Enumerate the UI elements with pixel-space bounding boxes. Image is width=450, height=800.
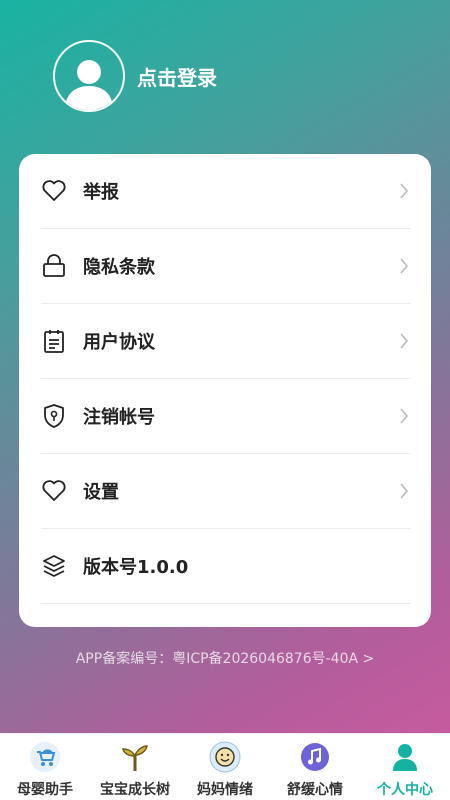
icp-record-link[interactable]: APP备案编号：粤ICP备2026046876号-40A > (0, 648, 450, 668)
login-link[interactable]: 点击登录 (137, 62, 217, 91)
shield-icon (41, 403, 67, 429)
heart-icon (41, 178, 67, 204)
sprout-icon (119, 741, 151, 773)
tab-profile-center[interactable]: 个人中心 (360, 734, 450, 800)
tab-growth-tree[interactable]: 宝宝成长树 (90, 734, 180, 800)
person-icon (389, 741, 421, 773)
chevron-right-icon (397, 331, 411, 351)
clipboard-icon (41, 328, 67, 354)
chevron-right-icon (397, 256, 411, 276)
profile-header[interactable]: 点击登录 (53, 40, 217, 112)
tab-baby-assistant[interactable]: 母婴助手 (0, 734, 90, 800)
menu-label: 注销帐号 (83, 407, 155, 428)
tab-label: 宝宝成长树 (100, 782, 170, 798)
version-label: 版本号1.0.0 (83, 557, 189, 578)
lock-icon (41, 253, 67, 279)
menu-item-delete-account[interactable]: 注销帐号 (41, 379, 411, 454)
chevron-right-icon (397, 181, 411, 201)
menu-item-settings[interactable]: 设置 (41, 454, 411, 529)
stroller-icon (29, 741, 61, 773)
tab-label: 母婴助手 (17, 782, 73, 798)
user-avatar-icon (65, 60, 113, 110)
menu-item-privacy[interactable]: 隐私条款 (41, 229, 411, 304)
smiley-icon (209, 741, 241, 773)
menu-item-user-agreement[interactable]: 用户协议 (41, 304, 411, 379)
tab-label: 舒缓心情 (287, 782, 343, 798)
menu-item-report[interactable]: 举报 (41, 154, 411, 229)
chevron-right-icon (397, 481, 411, 501)
menu-label: 设置 (83, 482, 119, 503)
music-icon (299, 741, 331, 773)
tab-mom-mood[interactable]: 妈妈情绪 (180, 734, 270, 800)
avatar[interactable] (53, 40, 125, 112)
menu-label: 用户协议 (83, 332, 155, 353)
tab-label: 妈妈情绪 (197, 782, 253, 798)
heart-icon (41, 478, 67, 504)
settings-menu-card: 举报 隐私条款 用户协议 注销帐号 设置 版本号1.0.0 (19, 154, 431, 627)
tab-label: 个人中心 (377, 782, 433, 798)
bottom-tab-bar: 母婴助手 宝宝成长树 妈妈情绪 舒缓心情 个人中心 (0, 733, 450, 800)
tab-soothing-mood[interactable]: 舒缓心情 (270, 734, 360, 800)
chevron-right-icon (397, 406, 411, 426)
menu-label: 举报 (83, 182, 119, 203)
menu-label: 隐私条款 (83, 257, 155, 278)
layers-icon (41, 553, 67, 579)
menu-item-version: 版本号1.0.0 (41, 529, 411, 604)
